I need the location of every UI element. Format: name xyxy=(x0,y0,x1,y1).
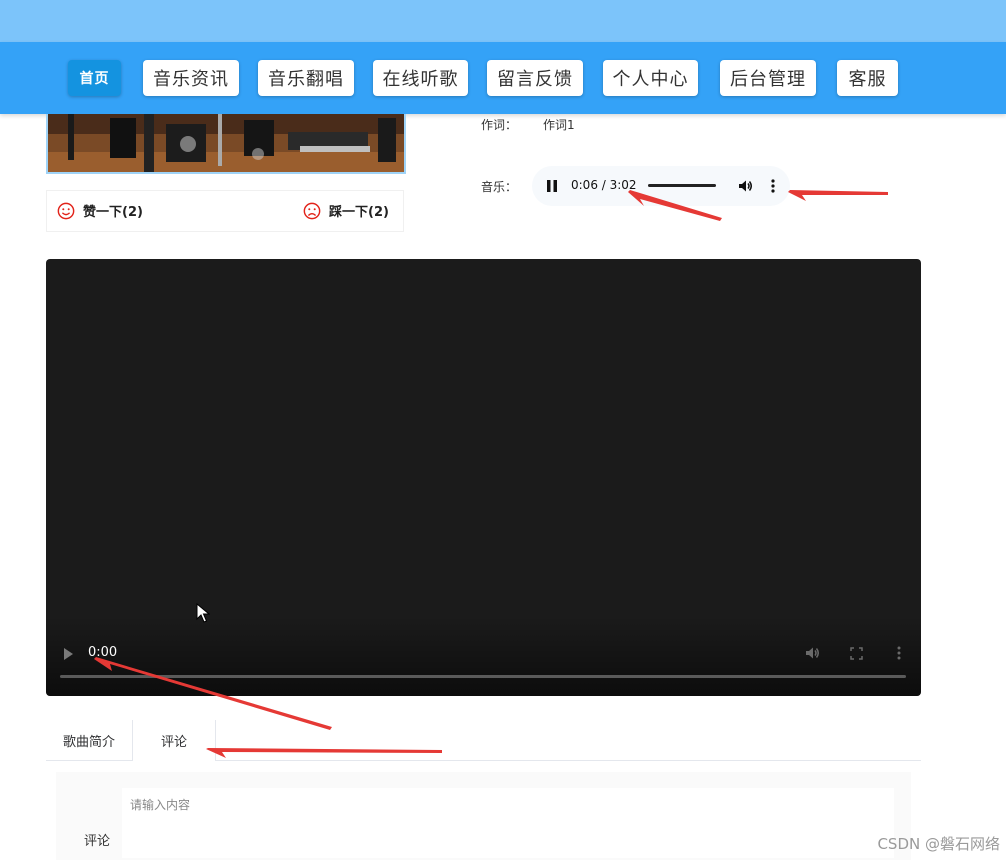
comment-form: 评论 xyxy=(56,772,911,860)
lyrics-label: 作词： xyxy=(481,118,518,132)
dislike-label: 踩一下(2) xyxy=(329,205,389,220)
audio-player[interactable]: 0:06 / 3:02 xyxy=(532,166,790,206)
main-navbar: 首页 音乐资讯 音乐翻唱 在线听歌 留言反馈 个人中心 后台管理 客服 xyxy=(0,42,1006,114)
video-volume-icon[interactable] xyxy=(804,645,822,661)
detail-tabs: 歌曲简介 评论 xyxy=(46,720,921,761)
song-cover-image xyxy=(46,114,406,174)
nav-music-cover[interactable]: 音乐翻唱 xyxy=(258,60,354,96)
play-icon[interactable] xyxy=(62,647,74,661)
comment-input[interactable] xyxy=(122,788,894,858)
arrow-to-audio-menu-icon xyxy=(788,190,888,201)
comment-label: 评论 xyxy=(84,834,111,849)
top-band xyxy=(0,0,1006,42)
nav-feedback[interactable]: 留言反馈 xyxy=(487,60,583,96)
video-more-options-icon[interactable] xyxy=(896,645,902,661)
smile-icon xyxy=(57,202,75,219)
volume-icon[interactable] xyxy=(737,178,753,194)
video-controls-gradient xyxy=(46,616,921,696)
music-label: 音乐： xyxy=(481,180,518,194)
nav-customer-service[interactable]: 客服 xyxy=(837,60,898,96)
fullscreen-icon[interactable] xyxy=(850,647,863,660)
nav-personal-center[interactable]: 个人中心 xyxy=(603,60,698,96)
like-button[interactable]: 赞一下(2) xyxy=(57,201,143,220)
vote-row: 赞一下(2) 踩一下(2) xyxy=(46,190,404,232)
video-progress-bar[interactable] xyxy=(60,675,906,678)
nav-music-news[interactable]: 音乐资讯 xyxy=(143,60,239,96)
audio-progress-bar[interactable] xyxy=(648,184,716,187)
pause-icon[interactable] xyxy=(546,179,558,193)
nav-online-listening[interactable]: 在线听歌 xyxy=(373,60,468,96)
mouse-cursor-icon xyxy=(196,603,210,623)
nav-home[interactable]: 首页 xyxy=(68,60,121,96)
tab-comments[interactable]: 评论 xyxy=(132,720,216,761)
like-label: 赞一下(2) xyxy=(83,205,143,220)
frown-icon xyxy=(303,202,321,219)
lyrics-value: 作词1 xyxy=(543,118,575,132)
watermark: CSDN @磐石网络 xyxy=(877,835,1000,853)
more-options-icon[interactable] xyxy=(770,178,776,194)
video-time: 0:00 xyxy=(88,645,118,660)
video-player[interactable]: 0:00 xyxy=(46,259,921,696)
dislike-button[interactable]: 踩一下(2) xyxy=(303,201,389,220)
tab-song-intro[interactable]: 歌曲简介 xyxy=(46,720,132,760)
audio-time: 0:06 / 3:02 xyxy=(571,178,637,192)
nav-admin[interactable]: 后台管理 xyxy=(720,60,816,96)
